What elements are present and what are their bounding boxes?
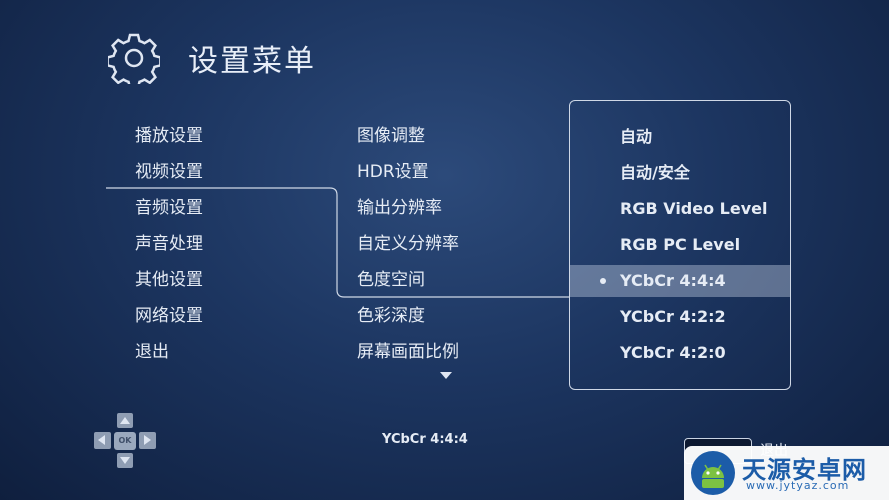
- watermark-url: www.jytyaz.com: [746, 479, 850, 492]
- submenu-item-output-resolution[interactable]: 输出分辨率: [357, 190, 459, 226]
- submenu-item-custom-resolution[interactable]: 自定义分辨率: [357, 226, 459, 262]
- submenu-item-picture-adjust[interactable]: 图像调整: [357, 118, 459, 154]
- down-arrow-icon: [117, 453, 133, 468]
- menu-item-playback[interactable]: 播放设置: [135, 118, 203, 154]
- option-label: RGB Video Level: [620, 199, 768, 218]
- left-arrow-icon: [94, 432, 111, 449]
- header: 设置菜单: [108, 32, 316, 84]
- selected-bullet-icon: [600, 278, 606, 284]
- submenu-item-hdr[interactable]: HDR设置: [357, 154, 459, 190]
- submenu-item-aspect-ratio[interactable]: 屏幕画面比例: [357, 334, 459, 370]
- option-label: 自动/安全: [620, 163, 690, 182]
- option-ycbcr-444[interactable]: YCbCr 4:4:4: [570, 265, 790, 297]
- current-value-status: YCbCr 4:4:4: [382, 432, 468, 447]
- color-space-options-panel: 自动 自动/安全 RGB Video Level RGB PC Level YC…: [569, 100, 791, 390]
- menu-item-network[interactable]: 网络设置: [135, 298, 203, 334]
- option-rgb-pc-level[interactable]: RGB PC Level: [570, 229, 790, 261]
- option-auto-safe[interactable]: 自动/安全: [570, 157, 790, 189]
- gear-icon: [108, 33, 160, 84]
- option-label: 自动: [620, 127, 653, 146]
- menu-item-sound-processing[interactable]: 声音处理: [135, 226, 203, 262]
- option-auto[interactable]: 自动: [570, 121, 790, 153]
- option-ycbcr-420[interactable]: YCbCr 4:2:0: [570, 337, 790, 369]
- option-rgb-video-level[interactable]: RGB Video Level: [570, 193, 790, 225]
- video-submenu: 图像调整 HDR设置 输出分辨率 自定义分辨率 色度空间 色彩深度 屏幕画面比例: [357, 118, 459, 370]
- page-title: 设置菜单: [188, 44, 316, 79]
- menu-item-video[interactable]: 视频设置: [135, 154, 203, 190]
- option-label: YCbCr 4:4:4: [620, 271, 726, 290]
- android-logo-icon: [691, 451, 735, 495]
- menu-item-other[interactable]: 其他设置: [135, 262, 203, 298]
- option-label: YCbCr 4:2:0: [620, 343, 726, 362]
- watermark: 天源安卓网 www.jytyaz.com: [684, 446, 889, 500]
- option-label: RGB PC Level: [620, 235, 741, 254]
- option-ycbcr-422[interactable]: YCbCr 4:2:2: [570, 301, 790, 333]
- submenu-item-color-space[interactable]: 色度空间: [357, 262, 459, 298]
- menu-item-exit[interactable]: 退出: [135, 334, 203, 370]
- submenu-item-color-depth[interactable]: 色彩深度: [357, 298, 459, 334]
- ok-button-icon: OK: [114, 432, 136, 450]
- remote-dpad-hint: OK: [94, 413, 158, 469]
- menu-item-audio[interactable]: 音频设置: [135, 190, 203, 226]
- option-label: YCbCr 4:2:2: [620, 307, 726, 326]
- up-arrow-icon: [117, 413, 133, 428]
- main-menu: 播放设置 视频设置 音频设置 声音处理 其他设置 网络设置 退出: [135, 118, 203, 370]
- scroll-down-icon[interactable]: [440, 372, 452, 379]
- right-arrow-icon: [139, 432, 156, 449]
